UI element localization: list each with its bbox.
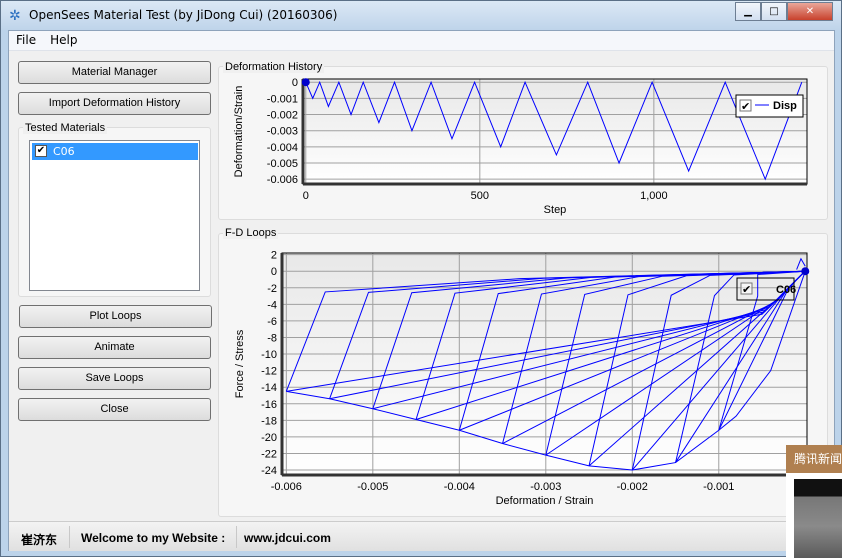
y-tick-label: -10 (261, 349, 277, 361)
y-tick-label: -4 (267, 299, 277, 311)
y-tick-label: 2 (271, 250, 277, 262)
maximize-button[interactable]: □ (761, 2, 787, 21)
y-tick-label: -0.001 (267, 93, 298, 105)
title-bar: ✲ OpenSees Material Test (by JiDong Cui)… (1, 1, 841, 30)
status-welcome: Welcome to my Website : (81, 531, 226, 545)
y-tick-label: -2 (267, 283, 277, 295)
x-tick-label: -0.006 (271, 481, 302, 493)
plot-area (282, 253, 807, 475)
tested-materials-label: Tested Materials (23, 122, 108, 134)
y-tick-label: -0.002 (267, 110, 298, 122)
x-axis-label: Deformation / Strain (496, 495, 594, 507)
window-title: OpenSees Material Test (by JiDong Cui) (… (29, 8, 338, 22)
y-tick-label: -8 (267, 332, 277, 344)
x-tick-label: -0.002 (617, 481, 648, 493)
current-point-marker (301, 78, 310, 87)
menu-help[interactable]: Help (43, 31, 84, 49)
status-bar: 崔济东 Welcome to my Website : www.jdcui.co… (9, 521, 834, 551)
current-point-marker (801, 267, 810, 276)
legend-label: C06 (776, 284, 796, 296)
y-tick-label: -18 (261, 415, 277, 427)
y-tick-label: 0 (271, 266, 277, 278)
material-name: C06 (53, 145, 75, 158)
plot-loops-button[interactable]: Plot Loops (19, 305, 212, 328)
app-window: ✲ OpenSees Material Test (by JiDong Cui)… (0, 0, 842, 558)
y-axis-label: Force / Stress (234, 329, 246, 398)
y-tick-label: -12 (261, 366, 277, 378)
y-tick-label: -0.006 (267, 174, 298, 186)
y-tick-label: -0.003 (267, 126, 298, 138)
fd-loops-chart: -0.006 -0.005 -0.004 -0.003 -0.002 -0.001 2 0 -2… (234, 250, 810, 507)
legend-check-icon: ✔ (741, 101, 750, 113)
close-window-button[interactable]: ✕ (787, 2, 833, 21)
y-tick-label: -16 (261, 399, 277, 411)
x-tick-label: -0.005 (357, 481, 388, 493)
save-loops-button[interactable]: Save Loops (18, 367, 211, 390)
x-axis-label: Step (544, 204, 567, 216)
y-tick-label: -24 (261, 465, 277, 477)
y-tick-label: -6 (267, 316, 277, 328)
y-tick-label: -0.004 (267, 142, 298, 154)
menu-bar: File Help (9, 31, 834, 51)
material-manager-button[interactable]: Material Manager (18, 61, 211, 84)
y-tick-label: -0.005 (267, 158, 298, 170)
x-tick-label: -0.001 (703, 481, 734, 493)
news-image (794, 479, 842, 558)
x-tick-label: 0 (303, 190, 309, 202)
minimize-button[interactable]: ▁ (735, 2, 761, 21)
deformation-history-chart: 0 500 1,000 0 -0.001 -0.002 -0.003 -0.004 -0.005… (233, 77, 808, 216)
tested-materials-list[interactable]: ✔ C06 (29, 140, 200, 291)
y-tick-label: -22 (261, 448, 277, 460)
menu-file[interactable]: File (9, 31, 43, 49)
news-popup[interactable]: 腾讯新闻 (786, 445, 842, 558)
y-tick-label: -20 (261, 432, 277, 444)
y-axis-label: Deformation/Strain (233, 86, 245, 178)
legend-label: Disp (773, 100, 797, 112)
status-author: 崔济东 (21, 533, 58, 547)
app-icon: ✲ (9, 8, 21, 24)
x-tick-label: -0.003 (530, 481, 561, 493)
status-url[interactable]: www.jdcui.com (244, 531, 331, 545)
news-popup-title: 腾讯新闻 (786, 445, 842, 473)
y-tick-label: -14 (261, 382, 277, 394)
legend-check-icon: ✔ (742, 284, 751, 296)
plot-area (303, 79, 807, 184)
fd-loops-title: F-D Loops (223, 227, 279, 239)
close-button[interactable]: Close (18, 398, 211, 421)
list-item[interactable]: ✔ C06 (32, 143, 198, 160)
x-tick-label: -0.004 (444, 481, 475, 493)
checkbox-c06[interactable]: ✔ (35, 145, 47, 157)
import-deformation-history-button[interactable]: Import Deformation History (18, 92, 211, 115)
x-tick-label: 500 (471, 190, 489, 202)
animate-button[interactable]: Animate (18, 336, 211, 359)
y-tick-label: 0 (292, 77, 298, 89)
x-tick-label: 1,000 (640, 190, 668, 202)
